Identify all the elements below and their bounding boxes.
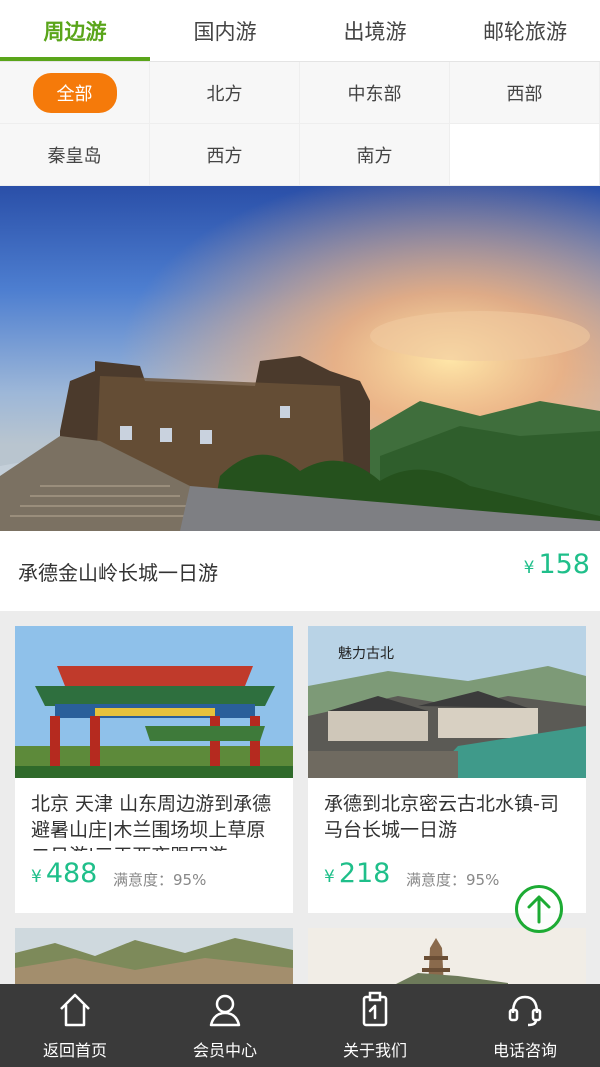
price-value: 218 — [338, 858, 391, 889]
nav-about[interactable]: 关于我们 — [300, 984, 450, 1067]
currency-symbol: ¥ — [324, 867, 335, 887]
region-label: 全部 — [32, 72, 117, 113]
featured-title: 承德金山岭长城一日游 — [18, 561, 218, 585]
currency-symbol: ¥ — [31, 867, 42, 887]
tab-domestic[interactable]: 国内游 — [150, 0, 300, 61]
archway-photo — [15, 626, 293, 778]
region-qinhuangdao[interactable]: 秦皇岛 — [0, 124, 150, 186]
featured-info[interactable]: 承德金山岭长城一日游 ¥158 — [0, 531, 600, 611]
nav-member[interactable]: 会员中心 — [150, 984, 300, 1067]
featured-price: ¥158 — [524, 549, 590, 580]
user-icon — [209, 994, 241, 1027]
arrow-up-icon — [527, 895, 551, 924]
mountain-photo — [15, 928, 293, 988]
nav-label: 关于我们 — [342, 1041, 407, 1060]
price-value: 488 — [45, 858, 98, 889]
category-tabs: 周边游 国内游 出境游 邮轮旅游 — [0, 0, 600, 62]
featured-image[interactable] — [0, 186, 600, 531]
svg-text:魅力古北: 魅力古北 — [338, 646, 394, 662]
scroll-to-top-button[interactable] — [515, 885, 563, 933]
nav-label: 返回首页 — [42, 1041, 107, 1060]
pagoda-photo — [308, 928, 586, 988]
product-card-peek[interactable] — [308, 928, 586, 988]
product-price: ¥488 — [31, 858, 97, 889]
nav-label: 会员中心 — [192, 1041, 257, 1060]
nav-label: 电话咨询 — [492, 1041, 557, 1060]
satisfaction-rating: 满意度：95% — [113, 871, 207, 889]
currency-symbol: ¥ — [523, 558, 535, 578]
info-icon — [362, 991, 388, 1027]
great-wall-photo — [0, 186, 600, 531]
product-card[interactable]: 北京 天津 山东周边游到承德避暑山庄|木兰围场坝上草原二日游|三天两夜跟团游 ¥… — [15, 626, 293, 913]
headset-icon — [508, 995, 542, 1027]
region-filter: 全部 北方 中东部 西部 秦皇岛 西方 南方 — [0, 62, 600, 186]
water-town-photo: 魅力古北 — [308, 626, 586, 778]
tab-cruise[interactable]: 邮轮旅游 — [450, 0, 600, 61]
region-west-2[interactable]: 西方 — [150, 124, 300, 186]
product-card-peek[interactable] — [15, 928, 293, 988]
region-all[interactable]: 全部 — [0, 62, 150, 124]
product-image: 魅力古北 — [308, 626, 586, 778]
price-value: 158 — [538, 549, 590, 580]
tab-outbound[interactable]: 出境游 — [300, 0, 450, 61]
nav-phone[interactable]: 电话咨询 — [450, 984, 600, 1067]
tab-nearby[interactable]: 周边游 — [0, 0, 150, 61]
product-title: 承德到北京密云古北水镇-司马台长城一日游 — [324, 793, 559, 841]
nav-home[interactable]: 返回首页 — [0, 984, 150, 1067]
product-title: 北京 天津 山东周边游到承德避暑山庄|木兰围场坝上草原二日游|三天两夜跟团游 — [31, 793, 272, 851]
product-price: ¥218 — [324, 858, 390, 889]
product-card[interactable]: 魅力古北 承德到北京密云古北水镇-司马台长城一日游 ¥218 满意度：95% — [308, 626, 586, 913]
region-central-east[interactable]: 中东部 — [300, 62, 450, 124]
region-empty-cell — [450, 124, 600, 186]
satisfaction-rating: 满意度：95% — [406, 871, 500, 889]
product-image — [15, 626, 293, 778]
region-west[interactable]: 西部 — [450, 62, 600, 124]
bottom-nav: 返回首页 会员中心 关于我们 电话咨询 — [0, 984, 600, 1067]
home-icon — [60, 993, 90, 1027]
region-south[interactable]: 南方 — [300, 124, 450, 186]
region-north[interactable]: 北方 — [150, 62, 300, 124]
